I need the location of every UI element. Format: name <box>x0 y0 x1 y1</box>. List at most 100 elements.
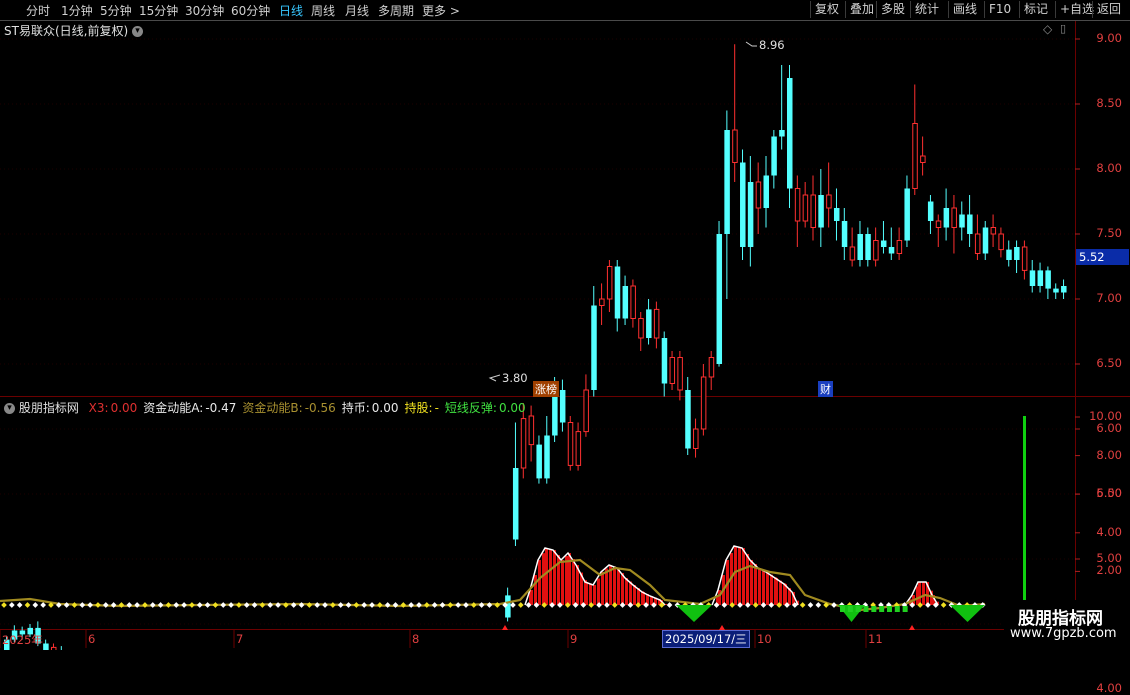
price-tick: 4.00 <box>1096 681 1122 695</box>
baseline-marker <box>314 602 321 608</box>
baseline-marker <box>369 602 375 608</box>
candle <box>771 130 777 189</box>
momentum-bar <box>617 568 620 605</box>
candle <box>43 639 49 650</box>
momentum-bar <box>545 548 548 605</box>
stock-title[interactable]: ST易联众(日线,前复权) <box>4 24 128 38</box>
candle <box>998 227 1004 258</box>
momentum-bar <box>633 585 636 605</box>
limit-up-marker[interactable]: 涨榜 <box>533 381 559 397</box>
candle <box>959 201 965 241</box>
candle <box>716 221 723 367</box>
baseline-marker <box>925 602 931 608</box>
high-pointer <box>745 41 757 47</box>
candle <box>622 275 629 325</box>
candle <box>833 188 840 241</box>
baseline-marker <box>330 602 336 608</box>
price-tick: 8.50 <box>1096 96 1122 110</box>
chevron-down-icon[interactable]: ▾ <box>131 26 143 37</box>
baseline-marker <box>337 602 344 608</box>
baseline-marker <box>142 602 148 608</box>
baseline-marker <box>275 602 281 608</box>
momentum-bar <box>766 572 769 605</box>
price-tick: 7.50 <box>1096 226 1122 240</box>
baseline-marker <box>306 602 313 608</box>
panel-toggle-icon[interactable]: ▯ <box>1060 22 1066 35</box>
baseline-marker <box>40 602 46 608</box>
price-tick: 6.00 <box>1096 421 1122 435</box>
indicator-number: - <box>434 401 439 415</box>
momentum-bar <box>742 548 745 605</box>
candle <box>591 286 597 397</box>
indicator-value-5: 短线反弹: 0.00 <box>445 401 526 415</box>
candle <box>50 643 57 650</box>
candle <box>826 162 832 228</box>
candle <box>599 283 605 325</box>
candle <box>1045 266 1051 299</box>
candle <box>559 379 566 432</box>
candle <box>818 169 824 247</box>
candle <box>646 299 652 345</box>
rebound-bar <box>879 606 885 612</box>
momentum-bar <box>542 553 545 605</box>
candle <box>661 331 668 397</box>
chart-canvas <box>0 21 1130 650</box>
momentum-bar <box>922 582 925 605</box>
candle <box>873 227 879 267</box>
diamond-icon[interactable]: ◇ <box>1043 22 1052 36</box>
momentum-bar <box>572 559 575 605</box>
low-price-annotation: 3.80 <box>502 371 528 385</box>
indicator-tick: 4.00 <box>1096 524 1122 539</box>
momentum-bar <box>601 572 604 605</box>
indicator-number: 0.00 <box>498 401 526 415</box>
signal-triangle <box>909 625 915 630</box>
candle <box>1061 279 1067 299</box>
rebound-bar <box>886 606 892 612</box>
baseline-marker <box>251 602 258 608</box>
signal-triangle <box>502 625 508 630</box>
candle <box>857 221 863 267</box>
momentum-bar <box>621 573 624 605</box>
time-axis-label: 6 <box>88 632 96 646</box>
indicator-number: 0.00 <box>371 401 399 415</box>
candle <box>693 418 699 458</box>
rebound-area <box>676 605 712 622</box>
finance-marker[interactable]: 财 <box>818 381 833 397</box>
baseline-marker <box>752 602 759 608</box>
baseline-marker <box>196 602 203 608</box>
baseline-marker <box>189 602 195 608</box>
candle <box>653 301 660 349</box>
baseline-marker <box>259 602 266 608</box>
candle <box>583 374 589 437</box>
baseline-marker <box>940 602 947 608</box>
baseline-marker <box>384 602 391 608</box>
baseline-marker <box>95 602 101 608</box>
baseline-marker <box>243 602 250 608</box>
candle <box>974 214 981 260</box>
chevron-down-icon[interactable]: ▾ <box>4 403 15 414</box>
indicator-label: 短线反弹: <box>444 401 497 415</box>
baseline-marker <box>173 602 180 608</box>
indicator-name[interactable]: 股朋指标网 <box>19 401 79 415</box>
baseline-marker <box>87 602 93 608</box>
candle <box>1029 260 1036 293</box>
price-tick: 8.00 <box>1096 161 1122 175</box>
rebound-area <box>950 605 985 622</box>
baseline-marker <box>604 602 610 608</box>
rebound-bar <box>871 606 877 612</box>
momentum-bar <box>534 575 537 605</box>
momentum-bar <box>770 574 773 605</box>
baseline-marker <box>157 602 164 608</box>
candle <box>512 422 519 546</box>
watermark-url: www.7gpzb.com <box>1010 626 1117 641</box>
time-axis-label: 10 <box>757 632 772 646</box>
baseline-marker <box>478 602 485 608</box>
candle <box>60 646 62 650</box>
candle <box>606 260 613 312</box>
baseline-marker <box>134 602 140 608</box>
baseline-marker <box>510 602 516 608</box>
baseline-marker <box>63 602 70 608</box>
momentum-bar <box>918 582 921 605</box>
candle <box>685 377 691 455</box>
candle <box>935 214 942 247</box>
